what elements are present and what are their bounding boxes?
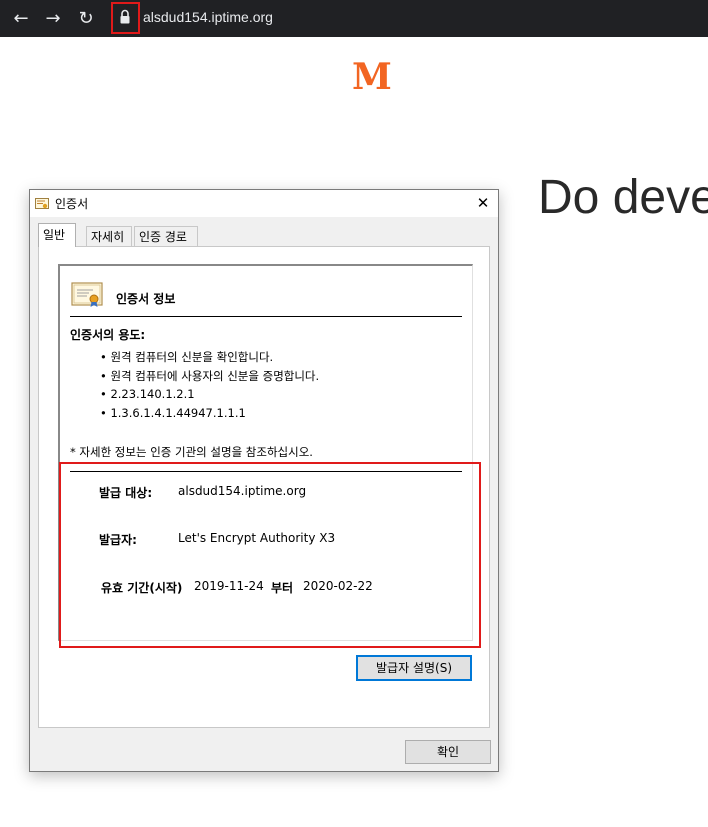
certificate-icon [35,198,49,209]
address-bar-url[interactable]: alsdud154.iptime.org [143,9,273,25]
details-highlight-box [59,462,481,648]
page-headline: Do deve [538,171,708,224]
purpose-item: • 1.3.6.1.4.1.44947.1.1.1 [100,406,246,420]
lock-highlight-box [111,2,140,34]
purpose-item: • 원격 컴퓨터에 사용자의 신분을 증명합니다. [100,369,320,383]
purpose-item: • 2.23.140.1.2.1 [100,387,195,401]
tab-certification-path[interactable]: 인증 경로 [134,226,198,246]
tab-general[interactable]: 일반 [38,223,76,247]
certificate-info-heading: 인증서 정보 [116,292,176,306]
dialog-titlebar[interactable]: 인증서 ✕ [30,190,498,217]
reload-icon[interactable]: ↻ [73,6,99,32]
info-note: * 자세한 정보는 인증 기관의 설명을 참조하십시오. [70,445,313,459]
dialog-title: 인증서 [55,197,89,211]
forward-arrow-icon[interactable]: → [40,6,66,32]
browser-toolbar: ← → ↻ alsdud154.iptime.org [0,0,708,37]
purpose-title: 인증서의 용도: [70,328,146,342]
site-logo[interactable]: M [352,56,392,98]
close-icon[interactable]: ✕ [468,190,498,217]
back-arrow-icon[interactable]: ← [8,6,34,32]
purpose-item: • 원격 컴퓨터의 신분을 확인합니다. [100,350,274,364]
ok-button[interactable]: 확인 [405,740,491,764]
tab-details[interactable]: 자세히 [86,226,132,246]
issuer-statement-button[interactable]: 발급자 설명(S) [356,655,472,681]
certificate-icon [71,282,103,307]
divider [70,316,462,317]
